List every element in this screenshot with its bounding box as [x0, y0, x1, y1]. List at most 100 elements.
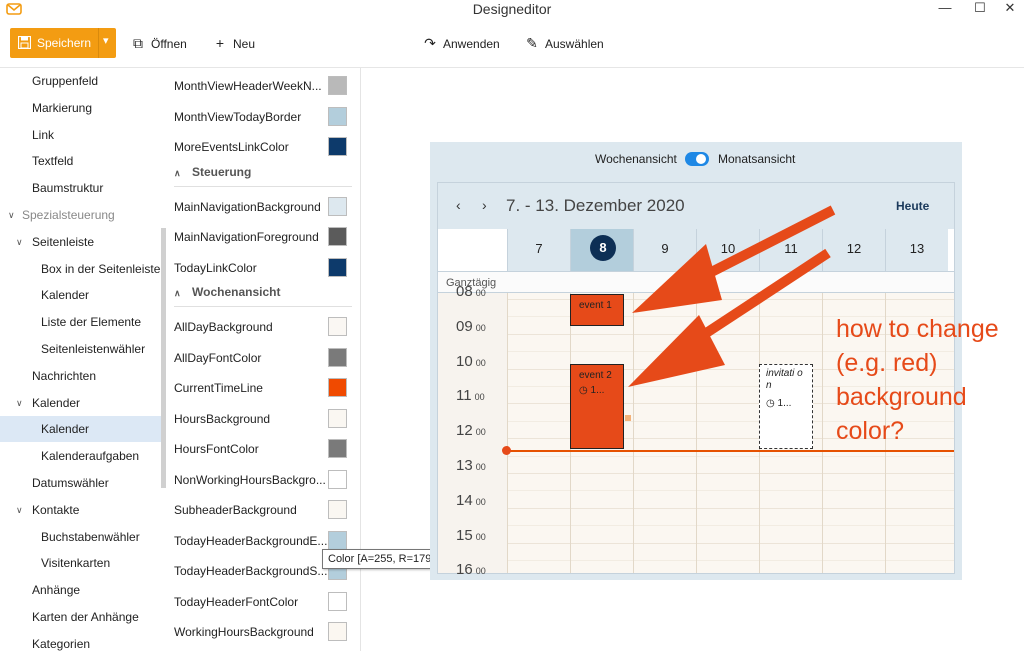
nav-item-label: Buchstabenwähler: [41, 529, 140, 544]
color-swatch[interactable]: [328, 469, 347, 489]
save-button[interactable]: Speichern ▾: [10, 28, 116, 58]
color-swatch[interactable]: [328, 137, 347, 156]
day-header[interactable]: 9: [633, 229, 696, 271]
property-row[interactable]: SubheaderBackground: [166, 494, 356, 524]
nav-item[interactable]: Kalenderaufgaben: [0, 443, 164, 469]
nav-item[interactable]: Link: [0, 122, 164, 148]
event-block[interactable]: event 1: [570, 294, 624, 326]
pick-button[interactable]: ✎ Auswählen: [524, 35, 604, 52]
nav-item[interactable]: Box in der Seitenleiste: [0, 256, 164, 282]
property-section-header[interactable]: ∧ Wochenansicht: [174, 285, 352, 307]
day-header[interactable]: 12: [822, 229, 885, 271]
nav-item[interactable]: ∨ Kalender: [0, 390, 164, 416]
property-row[interactable]: MainNavigationForeground: [166, 221, 356, 251]
nav-item-label: Datumswähler: [32, 476, 109, 490]
view-toggle[interactable]: [685, 152, 709, 166]
color-swatch[interactable]: [328, 500, 347, 519]
nav-item-label: Gruppenfeld: [32, 74, 99, 88]
property-row[interactable]: MonthViewTodayBorder: [166, 101, 356, 131]
property-row[interactable]: MonthViewHeaderWeekN...: [166, 70, 356, 100]
day-header[interactable]: 11: [759, 229, 822, 271]
property-row[interactable]: AllDayFontColor: [166, 342, 356, 372]
nav-item[interactable]: Buchstabenwähler: [0, 524, 164, 550]
nav-item[interactable]: Markierung: [0, 95, 164, 121]
property-row[interactable]: HoursFontColor: [166, 433, 356, 463]
nav-item[interactable]: Anhänge: [0, 577, 164, 603]
property-row[interactable]: HoursBackground: [166, 403, 356, 433]
open-button[interactable]: ⧉ Öffnen: [130, 35, 187, 52]
apply-button[interactable]: ↷ Anwenden: [422, 35, 500, 52]
property-name: TodayHeaderBackgroundE...: [174, 533, 328, 548]
resize-handle[interactable]: [625, 415, 631, 421]
color-swatch[interactable]: [328, 257, 347, 277]
color-swatch[interactable]: [328, 378, 347, 397]
next-week-chevron-icon[interactable]: ›: [482, 197, 487, 213]
eyedropper-icon: ✎: [526, 35, 538, 51]
maximize-button[interactable]: ☐: [965, 0, 995, 18]
collapse-chevron-icon[interactable]: ∧: [174, 168, 192, 179]
property-row[interactable]: WorkingHoursBackground: [166, 616, 356, 646]
nav-item[interactable]: Gruppenfeld: [0, 68, 164, 94]
nav-item[interactable]: Visitenkarten: [0, 550, 164, 576]
nav-item[interactable]: Liste der Elemente: [0, 309, 164, 335]
nav-item[interactable]: ∨ Seitenleiste: [0, 229, 164, 255]
property-row[interactable]: MoreEventsLinkColor: [166, 131, 356, 161]
expand-chevron-icon[interactable]: ∨: [16, 497, 23, 523]
color-swatch[interactable]: [328, 106, 347, 126]
color-swatch[interactable]: [328, 408, 347, 428]
hours-gutter: 08 00 09 00 10 00 11 00 12 00 13 00 14 00 15 00 16 00: [438, 283, 507, 578]
color-swatch[interactable]: [328, 622, 347, 641]
property-name: HoursFontColor: [174, 442, 259, 456]
expand-chevron-icon[interactable]: ∨: [16, 390, 23, 416]
nav-item-label: Liste der Elemente: [41, 315, 142, 330]
nav-item[interactable]: Kalender: [0, 416, 164, 443]
open-external-icon: ⧉: [133, 35, 143, 51]
nav-item-label: Kategorien: [32, 636, 91, 651]
nav-item[interactable]: Textfeld: [0, 148, 164, 174]
property-row[interactable]: TodayHeaderFontColor: [166, 586, 356, 616]
new-button[interactable]: + Neu: [212, 35, 255, 51]
color-swatch[interactable]: [328, 76, 347, 95]
minimize-button[interactable]: —: [930, 0, 960, 18]
color-swatch[interactable]: [328, 439, 347, 458]
day-header[interactable]: 7: [507, 229, 570, 271]
nav-item[interactable]: Kategorien: [0, 631, 164, 651]
prev-week-chevron-icon[interactable]: ‹: [456, 197, 461, 213]
nav-item[interactable]: ∨ Spezialsteuerung: [0, 202, 164, 228]
color-swatch[interactable]: [328, 227, 347, 246]
nav-item[interactable]: Nachrichten: [0, 363, 164, 389]
property-row[interactable]: CurrentTimeLine: [166, 372, 356, 402]
expand-chevron-icon[interactable]: ∨: [8, 202, 15, 228]
grid-line: [507, 455, 954, 457]
save-dropdown-chevron-icon[interactable]: ▾: [103, 34, 109, 47]
today-link[interactable]: Heute: [896, 199, 929, 213]
property-section-header[interactable]: ∧ Steuerung: [174, 165, 352, 187]
property-row[interactable]: TodayLinkColor: [166, 252, 356, 282]
property-row[interactable]: NonWorkingHoursBackgro...: [166, 464, 356, 494]
nav-item[interactable]: Baumstruktur: [0, 175, 164, 201]
new-label: Neu: [233, 37, 256, 51]
day-header[interactable]: 8: [570, 229, 633, 271]
day-number: 10: [720, 241, 736, 256]
collapse-chevron-icon[interactable]: ∧: [174, 288, 192, 299]
color-swatch[interactable]: [328, 347, 347, 367]
expand-chevron-icon[interactable]: ∨: [16, 229, 23, 255]
close-button[interactable]: ✕: [995, 0, 1024, 18]
nav-item[interactable]: Kalender: [0, 282, 164, 308]
nav-item[interactable]: ∨ Kontakte: [0, 497, 164, 523]
nav-item[interactable]: Karten der Anhänge: [0, 604, 164, 630]
window-title: Designeditor: [472, 1, 552, 17]
color-swatch[interactable]: [328, 591, 347, 611]
invitation-block[interactable]: invitati on ◷ 1...: [759, 364, 813, 449]
day-number: 13: [909, 241, 925, 256]
color-swatch[interactable]: [328, 196, 347, 216]
nav-item[interactable]: Datumswähler: [0, 470, 164, 496]
event-block[interactable]: event 2 ◷ 1...: [570, 364, 624, 449]
day-header[interactable]: 13: [885, 229, 948, 271]
nav-item[interactable]: Seitenleistenwähler: [0, 336, 164, 362]
color-swatch[interactable]: [328, 317, 347, 336]
property-row[interactable]: MainNavigationBackground: [166, 191, 356, 221]
color-swatch[interactable]: [328, 530, 347, 550]
property-row[interactable]: AllDayBackground: [166, 311, 356, 341]
day-header[interactable]: 10: [696, 229, 759, 271]
